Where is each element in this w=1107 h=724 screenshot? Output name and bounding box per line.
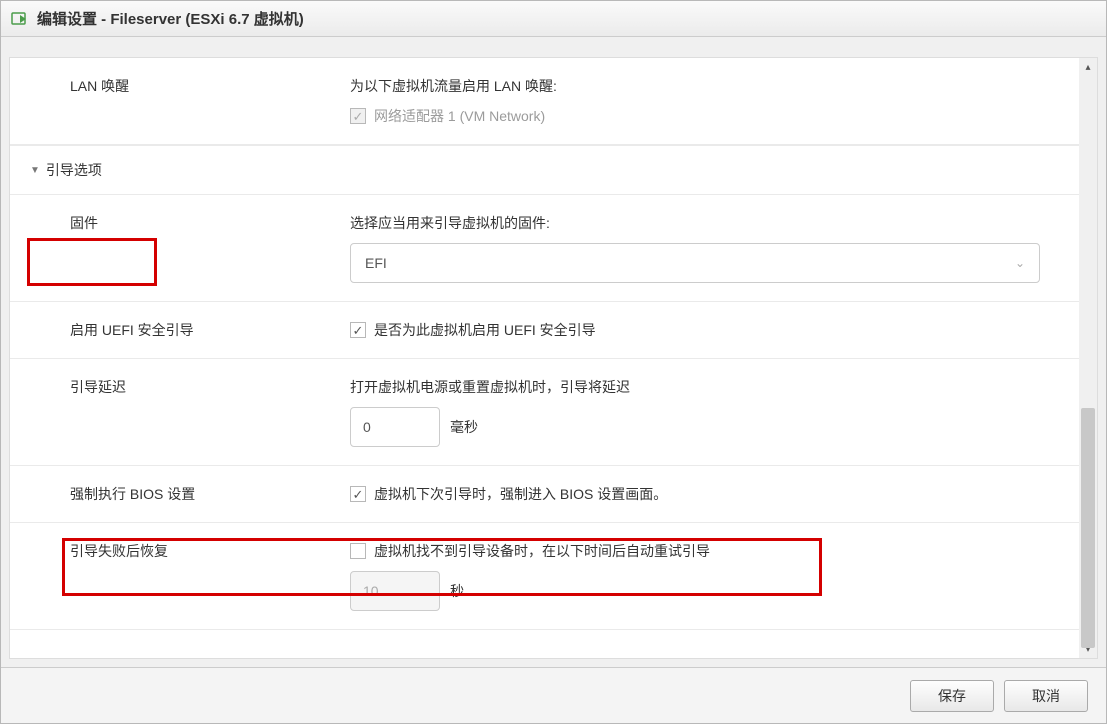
value-secure-boot: 是否为此虚拟机启用 UEFI 安全引导 bbox=[340, 302, 1079, 358]
force-bios-option: 虚拟机下次引导时，强制进入 BIOS 设置画面。 bbox=[350, 484, 1059, 504]
save-button[interactable]: 保存 bbox=[910, 680, 994, 712]
firmware-selected: EFI bbox=[365, 255, 387, 271]
secure-boot-text: 是否为此虚拟机启用 UEFI 安全引导 bbox=[374, 320, 596, 340]
boot-section-title: 引导选项 bbox=[46, 160, 102, 180]
row-boot-section: ▼ 引导选项 bbox=[10, 145, 1079, 195]
value-boot-recovery: 虚拟机找不到引导设备时，在以下时间后自动重试引导 秒 bbox=[340, 523, 1079, 629]
scrollbar-thumb[interactable] bbox=[1081, 408, 1095, 648]
dialog-footer: 保存 取消 bbox=[1, 667, 1106, 723]
value-firmware: 选择应当用来引导虚拟机的固件: EFI ⌄ bbox=[340, 195, 1079, 301]
label-secure-boot: 启用 UEFI 安全引导 bbox=[10, 302, 340, 358]
titlebar: 编辑设置 - Fileserver (ESXi 6.7 虚拟机) bbox=[1, 1, 1106, 37]
label-lan-wake: LAN 唤醒 bbox=[10, 58, 340, 144]
value-lan-wake: 为以下虚拟机流量启用 LAN 唤醒: 网络适配器 1 (VM Network) bbox=[340, 58, 1079, 144]
boot-delay-unit: 毫秒 bbox=[450, 417, 478, 437]
force-bios-checkbox[interactable] bbox=[350, 486, 366, 502]
cancel-button[interactable]: 取消 bbox=[1004, 680, 1088, 712]
secure-boot-checkbox[interactable] bbox=[350, 322, 366, 338]
firmware-select[interactable]: EFI ⌄ bbox=[350, 243, 1040, 283]
boot-recovery-unit: 秒 bbox=[450, 581, 464, 601]
boot-delay-input-group: 毫秒 bbox=[350, 407, 1059, 447]
content-area: LAN 唤醒 为以下虚拟机流量启用 LAN 唤醒: 网络适配器 1 (VM Ne… bbox=[1, 37, 1106, 667]
edit-settings-dialog: 编辑设置 - Fileserver (ESXi 6.7 虚拟机) LAN 唤醒 … bbox=[0, 0, 1107, 724]
app-icon bbox=[11, 10, 29, 28]
row-boot-delay: 引导延迟 打开虚拟机电源或重置虚拟机时，引导将延迟 毫秒 bbox=[10, 359, 1079, 466]
row-lan-wake: LAN 唤醒 为以下虚拟机流量启用 LAN 唤醒: 网络适配器 1 (VM Ne… bbox=[10, 58, 1079, 145]
value-boot-delay: 打开虚拟机电源或重置虚拟机时，引导将延迟 毫秒 bbox=[340, 359, 1079, 465]
boot-recovery-option: 虚拟机找不到引导设备时，在以下时间后自动重试引导 bbox=[350, 541, 1059, 561]
settings-scroll: LAN 唤醒 为以下虚拟机流量启用 LAN 唤醒: 网络适配器 1 (VM Ne… bbox=[9, 57, 1098, 659]
boot-recovery-input-group: 秒 bbox=[350, 571, 1059, 611]
adapter-checkbox bbox=[350, 108, 366, 124]
boot-recovery-text: 虚拟机找不到引导设备时，在以下时间后自动重试引导 bbox=[374, 541, 710, 561]
label-boot-recovery: 引导失败后恢复 bbox=[10, 523, 340, 629]
row-secure-boot: 启用 UEFI 安全引导 是否为此虚拟机启用 UEFI 安全引导 bbox=[10, 302, 1079, 359]
label-force-bios: 强制执行 BIOS 设置 bbox=[10, 466, 340, 522]
boot-delay-input[interactable] bbox=[350, 407, 440, 447]
boot-delay-description: 打开虚拟机电源或重置虚拟机时，引导将延迟 bbox=[350, 377, 1059, 397]
adapter-option: 网络适配器 1 (VM Network) bbox=[350, 106, 1059, 126]
boot-recovery-checkbox[interactable] bbox=[350, 543, 366, 559]
row-boot-recovery: 引导失败后恢复 虚拟机找不到引导设备时，在以下时间后自动重试引导 秒 bbox=[10, 523, 1079, 630]
value-force-bios: 虚拟机下次引导时，强制进入 BIOS 设置画面。 bbox=[340, 466, 1079, 522]
label-firmware: 固件 bbox=[10, 195, 340, 301]
scrollbar[interactable]: ▴ ▾ bbox=[1079, 58, 1097, 658]
lan-wake-description: 为以下虚拟机流量启用 LAN 唤醒: bbox=[350, 76, 1059, 96]
boot-section-toggle[interactable]: ▼ 引导选项 bbox=[10, 146, 340, 194]
chevron-down-icon: ▼ bbox=[30, 165, 40, 176]
window-title: 编辑设置 - Fileserver (ESXi 6.7 虚拟机) bbox=[37, 8, 304, 29]
secure-boot-option: 是否为此虚拟机启用 UEFI 安全引导 bbox=[350, 320, 1059, 340]
scroll-up-icon[interactable]: ▴ bbox=[1081, 60, 1095, 74]
boot-section-spacer bbox=[340, 146, 1079, 194]
adapter-label: 网络适配器 1 (VM Network) bbox=[374, 106, 545, 126]
row-force-bios: 强制执行 BIOS 设置 虚拟机下次引导时，强制进入 BIOS 设置画面。 bbox=[10, 466, 1079, 523]
label-boot-delay: 引导延迟 bbox=[10, 359, 340, 465]
firmware-description: 选择应当用来引导虚拟机的固件: bbox=[350, 213, 1059, 233]
form-body: LAN 唤醒 为以下虚拟机流量启用 LAN 唤醒: 网络适配器 1 (VM Ne… bbox=[10, 58, 1079, 630]
chevron-down-icon: ⌄ bbox=[1015, 256, 1025, 270]
force-bios-text: 虚拟机下次引导时，强制进入 BIOS 设置画面。 bbox=[374, 484, 667, 504]
boot-recovery-input bbox=[350, 571, 440, 611]
row-firmware: 固件 选择应当用来引导虚拟机的固件: EFI ⌄ bbox=[10, 195, 1079, 302]
